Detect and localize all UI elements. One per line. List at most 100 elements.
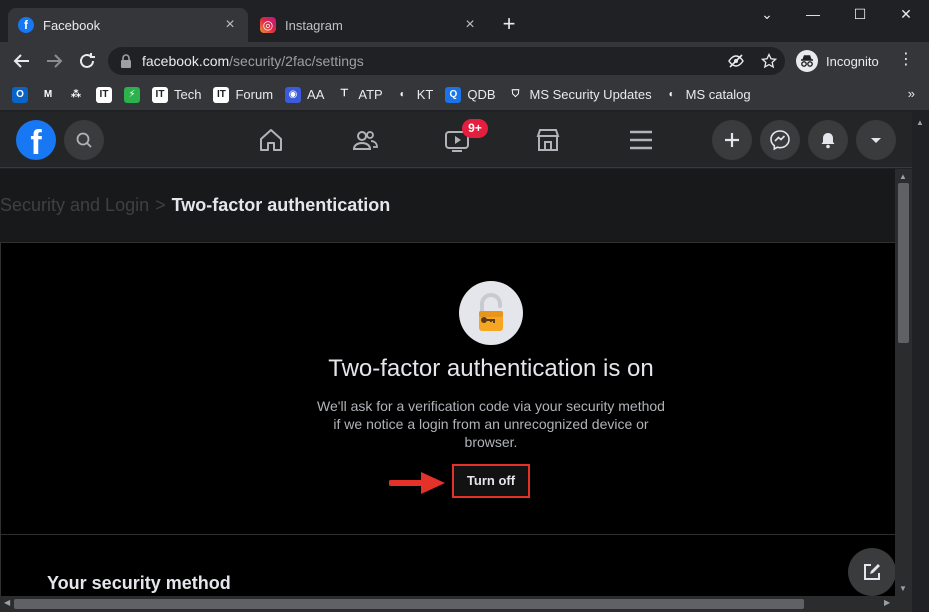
messenger-icon	[770, 130, 790, 151]
new-message-button[interactable]	[848, 548, 896, 596]
back-button[interactable]	[11, 50, 33, 72]
bookmark-item[interactable]: IT	[96, 86, 112, 103]
bookmark-item[interactable]: ◐ KT	[394, 86, 434, 103]
bookmark-label: MS Security Updates	[529, 87, 652, 102]
caret-down-icon	[871, 138, 881, 143]
bookmark-item[interactable]: O	[12, 86, 28, 103]
tab-facebook[interactable]: f Facebook ×	[8, 8, 248, 42]
globe-icon: ◐	[663, 86, 680, 103]
tab-instagram[interactable]: ◎ Instagram ×	[250, 8, 488, 42]
bookmark-label: QDB	[467, 87, 496, 102]
close-icon[interactable]: ×	[222, 17, 238, 33]
bookmark-item[interactable]: Q QDB	[445, 86, 496, 103]
reload-button[interactable]	[76, 50, 98, 72]
hamburger-menu-icon[interactable]	[627, 126, 655, 154]
turn-off-button[interactable]: Turn off	[452, 464, 530, 498]
asana-icon: ⁂	[68, 86, 84, 103]
bookmarks-bar: O M ⁂ IT ⚡ IT Tech IT Forum ◉ AA 𝍮 ATP ◐ KT Q QDB ⛉ MS Sec…	[0, 79, 929, 111]
feedly-icon: ⚡	[124, 86, 140, 103]
messenger-button[interactable]	[760, 120, 800, 160]
bookmark-label: AA	[307, 87, 325, 102]
bookmark-item[interactable]: ◐ MS catalog	[663, 86, 751, 103]
tab-search-button[interactable]: ⌄	[752, 6, 782, 26]
lock-icon	[121, 54, 131, 68]
reload-icon	[80, 53, 95, 68]
bookmark-label: KT	[416, 87, 434, 102]
bookmark-item[interactable]: ⚡	[124, 86, 140, 103]
scroll-right-arrow-icon[interactable]: ▶	[884, 598, 890, 607]
browser-toolbar: facebook.com/security/2fac/settings Inco…	[0, 42, 929, 79]
instagram-icon: ◎	[260, 17, 276, 33]
breadcrumb-current: Two-factor authentication	[171, 195, 391, 215]
facebook-icon: f	[18, 17, 34, 33]
bookmark-item[interactable]: IT Forum	[213, 86, 274, 103]
compose-icon	[864, 564, 880, 580]
bookmark-label: Tech	[174, 87, 202, 102]
incognito-indicator[interactable]: Incognito	[796, 48, 879, 74]
notification-badge: 9+	[462, 119, 488, 138]
vertical-scroll-thumb[interactable]	[898, 183, 909, 343]
shield-icon: ⛉	[507, 86, 524, 103]
status-title: Two-factor authentication is on	[328, 355, 654, 382]
home-icon[interactable]	[257, 126, 285, 154]
bookmark-item[interactable]: IT Tech	[152, 86, 202, 103]
itechtics-icon: IT	[96, 86, 112, 103]
new-tab-button[interactable]: +	[498, 13, 520, 36]
facebook-navbar: f 9+	[0, 112, 929, 168]
maximize-button[interactable]: ☐	[845, 6, 875, 26]
gmail-icon: M	[40, 86, 56, 103]
bookmark-label: MS catalog	[685, 87, 751, 102]
minimize-button[interactable]: —	[798, 6, 828, 26]
facebook-logo[interactable]: f	[16, 120, 56, 160]
bookmark-item[interactable]: ⁂	[68, 86, 84, 103]
bookmarks-overflow-button[interactable]: »	[908, 86, 915, 101]
search-icon	[76, 132, 92, 148]
section-divider	[1, 534, 895, 535]
arrow-right-icon	[389, 472, 445, 494]
vertical-scrollbar[interactable]: ▲ ▼	[895, 169, 912, 596]
create-button[interactable]	[712, 120, 752, 160]
bookmark-label: Forum	[235, 87, 274, 102]
horizontal-scrollbar[interactable]: ◀ ▶	[0, 596, 912, 612]
scroll-down-arrow-icon[interactable]: ▼	[899, 584, 907, 593]
forward-button[interactable]	[43, 50, 65, 72]
bell-icon	[821, 133, 835, 149]
breadcrumb-security-and-login[interactable]: Security and Login	[0, 195, 149, 215]
tab-title: Facebook	[43, 17, 101, 33]
bookmark-item[interactable]: ⛉ MS Security Updates	[507, 86, 652, 103]
bookmark-item[interactable]: 𝍮 ATP	[336, 86, 383, 103]
scroll-up-arrow-icon[interactable]: ▲	[916, 118, 924, 127]
arrow-left-icon	[13, 54, 29, 68]
horizontal-scroll-thumb[interactable]	[14, 599, 804, 609]
account-button[interactable]	[856, 120, 896, 160]
security-method-heading: Your security method	[47, 573, 231, 593]
bookmark-item[interactable]: ◉ AA	[285, 86, 325, 103]
status-description: We'll ask for a verification code via yo…	[317, 398, 665, 450]
settings-page: Security and Login > Two-factor authentica…	[0, 169, 895, 596]
address-bar[interactable]: facebook.com/security/2fac/settings	[108, 47, 785, 75]
padlock-icon	[459, 281, 523, 345]
tab-strip: f Facebook × ◎ Instagram × + ⌄ — ☐ ✕	[0, 0, 929, 42]
breadcrumb-separator: >	[155, 195, 166, 215]
close-window-button[interactable]: ✕	[891, 6, 921, 26]
qdb-icon: Q	[445, 86, 462, 103]
atp-icon: 𝍮	[336, 86, 353, 103]
star-icon[interactable]	[761, 53, 777, 69]
incognito-label: Incognito	[826, 53, 879, 69]
plus-icon	[725, 133, 739, 147]
marketplace-icon[interactable]	[534, 126, 562, 154]
notifications-button[interactable]	[808, 120, 848, 160]
bookmark-label: ATP	[358, 87, 383, 102]
close-icon[interactable]: ×	[462, 17, 478, 33]
eye-slash-icon[interactable]	[728, 53, 744, 69]
scroll-up-arrow-icon[interactable]: ▲	[899, 172, 907, 181]
browser-menu-button[interactable]: ⋮	[898, 51, 914, 71]
friends-icon[interactable]	[351, 126, 379, 154]
arrow-right-icon	[47, 54, 63, 68]
search-button[interactable]	[64, 120, 104, 160]
address-url: facebook.com/security/2fac/settings	[142, 53, 364, 69]
scroll-left-arrow-icon[interactable]: ◀	[4, 598, 10, 607]
itechtics-forum-icon: IT	[213, 86, 230, 103]
itechtics-tech-icon: IT	[152, 86, 168, 103]
bookmark-item[interactable]: M	[40, 86, 56, 103]
